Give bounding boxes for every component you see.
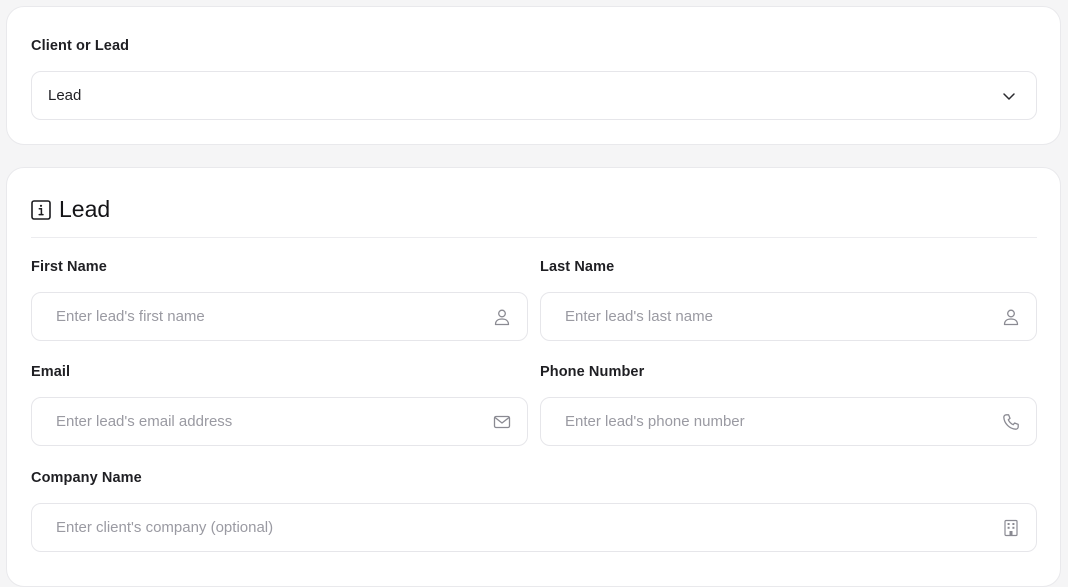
- building-icon: [1000, 517, 1022, 539]
- section-header: Lead: [31, 196, 110, 223]
- client-or-lead-select[interactable]: Lead: [31, 71, 1037, 120]
- phone-icon: [1000, 411, 1022, 433]
- section-title: Lead: [59, 196, 111, 222]
- user-icon: [1000, 306, 1022, 328]
- last-name-field: [540, 292, 1037, 341]
- mail-icon: [491, 411, 513, 433]
- first-name-input[interactable]: [32, 293, 491, 340]
- company-name-input[interactable]: [32, 504, 1000, 551]
- phone-number-field: [540, 397, 1037, 446]
- last-name-label: Last Name: [540, 259, 615, 275]
- last-name-input[interactable]: [541, 293, 1000, 340]
- client-or-lead-label: Client or Lead: [31, 38, 130, 54]
- phone-number-input[interactable]: [541, 398, 1000, 445]
- user-icon: [491, 306, 513, 328]
- client-or-lead-selected-value: Lead: [48, 87, 82, 104]
- email-input[interactable]: [32, 398, 491, 445]
- email-label: Email: [31, 364, 71, 380]
- section-divider: [31, 237, 1037, 238]
- first-name-field: [31, 292, 528, 341]
- phone-number-label: Phone Number: [540, 364, 645, 380]
- email-field: [31, 397, 528, 446]
- company-name-field: [31, 503, 1037, 552]
- first-name-label: First Name: [31, 259, 107, 275]
- info-icon: [31, 199, 51, 220]
- company-name-label: Company Name: [31, 470, 142, 486]
- client-or-lead-card: Client or Lead Lead: [6, 6, 1061, 145]
- lead-details-card: Lead First Name Last Name Email: [6, 167, 1061, 587]
- chevron-down-icon: [998, 85, 1020, 107]
